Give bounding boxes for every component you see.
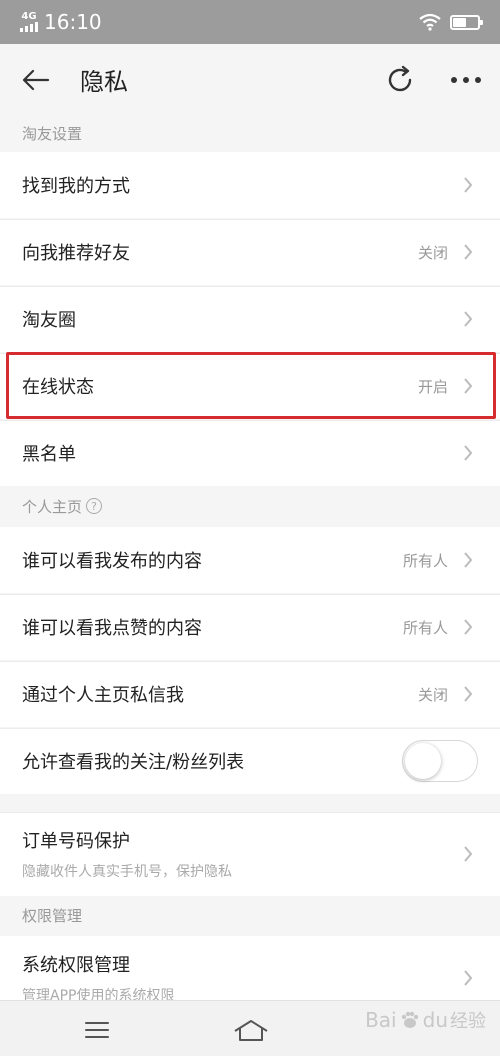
watermark-brand-b: du — [422, 1008, 448, 1032]
row-label: 向我推荐好友 — [22, 243, 130, 264]
status-bar: 4G 16:10 — [0, 0, 500, 44]
section-header-friends: 淘友设置 — [0, 114, 500, 152]
row-online-status[interactable]: 在线状态 开启 — [0, 353, 500, 419]
home-icon[interactable] — [232, 1015, 270, 1045]
row-value: 所有人 — [402, 618, 448, 637]
chevron-right-icon — [460, 441, 476, 465]
chevron-right-icon — [460, 966, 476, 990]
row-label: 谁可以看我点赞的内容 — [22, 618, 202, 639]
row-value: 关闭 — [417, 243, 448, 262]
row-blacklist[interactable]: 黑名单 — [0, 420, 500, 486]
row-label: 找到我的方式 — [22, 176, 130, 197]
row-who-see-posts[interactable]: 谁可以看我发布的内容 所有人 — [0, 527, 500, 593]
back-arrow-icon[interactable] — [20, 64, 52, 96]
chevron-right-icon — [460, 682, 476, 706]
row-friend-circle[interactable]: 淘友圈 — [0, 286, 500, 352]
row-order-protection[interactable]: 订单号码保护 隐藏收件人真实手机号，保护隐私 — [0, 812, 500, 896]
baidu-watermark: Bai du 经验 — [365, 1007, 486, 1033]
chevron-right-icon — [460, 307, 476, 331]
refresh-icon[interactable] — [382, 62, 418, 98]
toggle-knob — [405, 743, 441, 779]
help-question-icon[interactable]: ? — [86, 498, 103, 514]
row-label: 通过个人主页私信我 — [22, 685, 184, 706]
row-label: 系统权限管理 — [22, 955, 130, 976]
chevron-right-icon — [460, 173, 476, 197]
row-message-via-homepage[interactable]: 通过个人主页私信我 关闭 — [0, 661, 500, 727]
more-dots-icon[interactable] — [446, 64, 486, 96]
row-label: 允许查看我的关注/粉丝列表 — [22, 752, 245, 773]
network-indicator: 4G — [20, 12, 38, 32]
status-time: 16:10 — [44, 10, 102, 34]
row-who-see-likes[interactable]: 谁可以看我点赞的内容 所有人 — [0, 594, 500, 660]
system-nav-bar: Bai du 经验 — [0, 1000, 500, 1056]
battery-icon — [450, 14, 483, 30]
section-header-permissions: 权限管理 — [0, 896, 500, 934]
row-find-me[interactable]: 找到我的方式 — [0, 152, 500, 218]
row-value: 开启 — [417, 377, 448, 396]
chevron-right-icon — [460, 374, 476, 398]
chevron-right-icon — [460, 548, 476, 572]
row-label: 订单号码保护 — [22, 831, 130, 852]
watermark-brand-a: Bai — [365, 1008, 397, 1032]
row-recommend-friends[interactable]: 向我推荐好友 关闭 — [0, 219, 500, 285]
section-header-homepage: 个人主页 ? — [0, 487, 500, 525]
section-title: 权限管理 — [22, 906, 83, 925]
watermark-suffix: 经验 — [450, 1011, 486, 1032]
section-title: 淘友设置 — [22, 124, 83, 143]
page-title: 隐私 — [80, 68, 128, 96]
menu-icon[interactable] — [80, 1015, 114, 1045]
signal-icon — [20, 22, 38, 32]
row-subtitle: 隐藏收件人真实手机号，保护隐私 — [22, 864, 232, 880]
row-value: 关闭 — [417, 685, 448, 704]
wifi-icon — [419, 13, 441, 31]
row-follow-list-visibility: 允许查看我的关注/粉丝列表 — [0, 728, 500, 794]
row-label: 淘友圈 — [22, 310, 76, 331]
row-label: 黑名单 — [22, 444, 76, 465]
chevron-right-icon — [460, 615, 476, 639]
top-nav: 隐私 — [0, 44, 500, 114]
section-title: 个人主页 — [22, 497, 83, 516]
row-label: 谁可以看我发布的内容 — [22, 551, 202, 572]
network-type: 4G — [21, 11, 37, 22]
chevron-right-icon — [460, 842, 476, 866]
row-value: 所有人 — [402, 551, 448, 570]
paw-icon — [401, 1011, 418, 1028]
row-label: 在线状态 — [22, 377, 94, 398]
follow-list-toggle[interactable] — [402, 740, 478, 782]
chevron-right-icon — [460, 240, 476, 264]
